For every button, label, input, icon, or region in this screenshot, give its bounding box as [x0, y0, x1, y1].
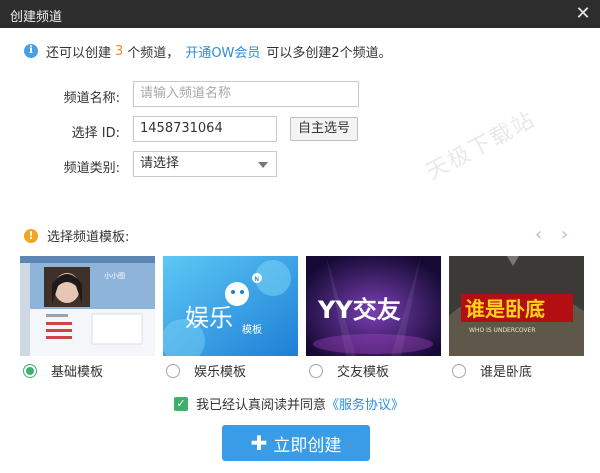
template-radio-basic[interactable]: 基础模板 [23, 361, 103, 380]
service-agreement-link[interactable]: 《服务协议》 [326, 394, 404, 413]
ow-membership-link[interactable]: 开通OW会员 [185, 42, 260, 61]
template-label-undercover: 谁是卧底 [480, 365, 533, 380]
radio-icon[interactable] [452, 363, 466, 378]
create-channel-dialog: 创建频道 ✕ i 还可以创建 3 个频道， 开通OW会员 可以多创建2个频道。 … [0, 0, 600, 473]
radio-selected-icon[interactable] [23, 363, 37, 378]
quota-suffix: 个频道， [127, 45, 180, 61]
watermark: 天极下载站 [422, 106, 541, 186]
warning-icon: ! [24, 228, 38, 243]
channel-name-input[interactable]: 请输入频道名称 [133, 81, 359, 107]
template-thumb-social[interactable]: YY交友 [306, 256, 441, 356]
undercover-template-preview: 谁是卧底 WHO IS UNDERCOVER [449, 256, 584, 356]
template-heading-text: 选择频道模板: [47, 230, 130, 245]
channel-id-input[interactable]: 1458731064 [133, 116, 277, 142]
create-button-label: 立即创建 [273, 435, 342, 456]
template-thumb-undercover[interactable]: 谁是卧底 WHO IS UNDERCOVER [449, 256, 584, 356]
chevron-right-icon[interactable]: › [561, 224, 568, 245]
radio-icon[interactable] [166, 363, 180, 378]
template-radio-undercover[interactable]: 谁是卧底 [452, 361, 532, 380]
undercover-thumb-sub: WHO IS UNDERCOVER [469, 327, 536, 334]
template-label-basic: 基础模板 [51, 365, 104, 380]
ent-thumb-title: 娱乐 [185, 304, 233, 332]
channel-category-label: 频道类别: [63, 161, 120, 176]
basic-template-preview: 小小图 [20, 256, 155, 356]
title-bar[interactable]: 创建频道 ✕ [0, 0, 600, 28]
social-thumb-title: YY交友 [317, 296, 401, 324]
template-label-entertainment: 娱乐模板 [194, 365, 247, 380]
select-id-label: 选择 ID: [71, 126, 120, 141]
template-label-social: 交友模板 [337, 365, 390, 380]
self-pick-button[interactable]: 自主选号 [290, 117, 358, 141]
chevron-down-icon [258, 162, 268, 168]
ent-thumb-sub: 模板 [242, 323, 262, 336]
channel-name-label: 频道名称: [63, 91, 120, 106]
ent-thumb-badge: N [255, 277, 259, 283]
category-selected-value: 请选择 [140, 156, 180, 171]
basic-thumb-label: 小小图 [104, 271, 125, 280]
template-radio-entertainment[interactable]: 娱乐模板 [166, 361, 246, 380]
template-radio-social[interactable]: 交友模板 [309, 361, 389, 380]
create-now-button[interactable]: ✚ 立即创建 [222, 425, 370, 461]
template-thumb-basic[interactable]: 小小图 [20, 256, 155, 356]
quota-prefix: 还可以创建 [46, 45, 112, 61]
agreement-row: ✓ 我已经认真阅读并同意 《服务协议》 [174, 394, 404, 413]
channel-category-select[interactable]: 请选择 [133, 151, 277, 177]
quota-count: 3 [115, 43, 124, 59]
plus-icon: ✚ [250, 431, 268, 455]
template-thumb-entertainment[interactable]: N 娱乐 模板 [163, 256, 298, 356]
quota-tail: 可以多创建2个频道。 [266, 45, 392, 61]
quota-info: i 还可以创建 3 个频道， 开通OW会员 可以多创建2个频道。 [24, 42, 392, 61]
template-section-heading: ! 选择频道模板: [24, 226, 129, 245]
entertainment-template-preview: N 娱乐 模板 [163, 256, 298, 356]
chevron-left-icon[interactable]: ‹ [535, 224, 542, 245]
undercover-thumb-title: 谁是卧底 [465, 297, 545, 321]
agreement-text: 我已经认真阅读并同意 [196, 398, 327, 413]
radio-icon[interactable] [309, 363, 323, 378]
social-template-preview: YY交友 [306, 256, 441, 356]
window-title: 创建频道 [10, 10, 63, 25]
info-icon: i [24, 44, 38, 58]
close-icon[interactable]: ✕ [572, 3, 594, 25]
agree-checkbox[interactable]: ✓ [174, 396, 188, 411]
